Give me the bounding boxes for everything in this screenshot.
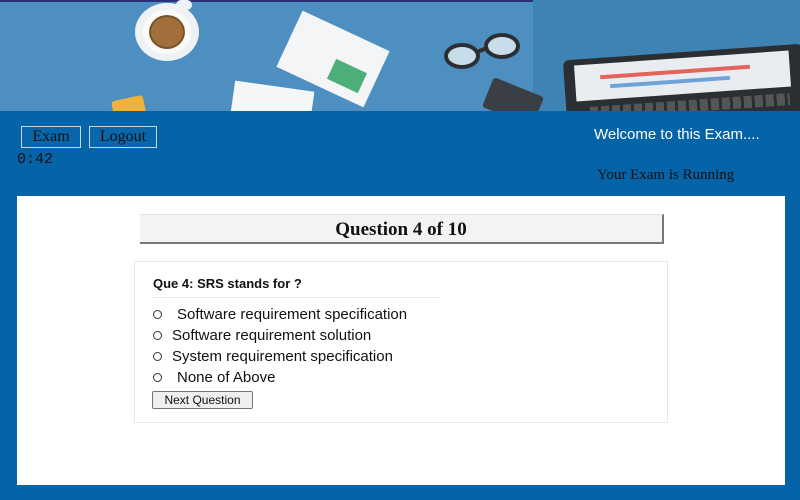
- radio-button[interactable]: [153, 352, 162, 361]
- logout-button[interactable]: Logout: [89, 126, 157, 148]
- radio-button[interactable]: [153, 373, 162, 382]
- answer-option-2[interactable]: Software requirement solution: [153, 327, 371, 344]
- answer-option-label: Software requirement specification: [177, 306, 408, 323]
- welcome-message: Welcome to this Exam....: [594, 126, 760, 143]
- question-divider: [153, 297, 439, 298]
- question-text: Que 4: SRS stands for ?: [153, 276, 302, 291]
- answer-option-label: None of Above: [177, 369, 276, 386]
- header-banner-image: [0, 0, 800, 111]
- radio-button[interactable]: [153, 310, 162, 319]
- question-counter-header: Question 4 of 10: [140, 214, 664, 244]
- answer-option-3[interactable]: System requirement specification: [153, 348, 393, 365]
- glasses-illustration: [444, 33, 520, 69]
- exam-button[interactable]: Exam: [21, 126, 81, 148]
- phone-illustration: [111, 94, 147, 111]
- answer-option-1[interactable]: Software requirement specification: [153, 306, 407, 323]
- answer-option-label: Software requirement solution: [172, 327, 372, 344]
- exam-timer: 0:42: [17, 151, 54, 168]
- answer-option-4[interactable]: None of Above: [153, 369, 275, 386]
- paper-illustration: [229, 80, 315, 111]
- answer-option-label: System requirement specification: [172, 348, 393, 365]
- exam-panel: Question 4 of 10 Que 4: SRS stands for ?…: [17, 196, 785, 485]
- next-question-button[interactable]: Next Question: [152, 391, 253, 409]
- exam-status-text: Your Exam is Running: [597, 167, 735, 183]
- coffee-cup-handle: [176, 0, 192, 10]
- question-card: Que 4: SRS stands for ? Software require…: [134, 261, 668, 423]
- coffee-illustration: [149, 15, 185, 49]
- radio-button[interactable]: [153, 331, 162, 340]
